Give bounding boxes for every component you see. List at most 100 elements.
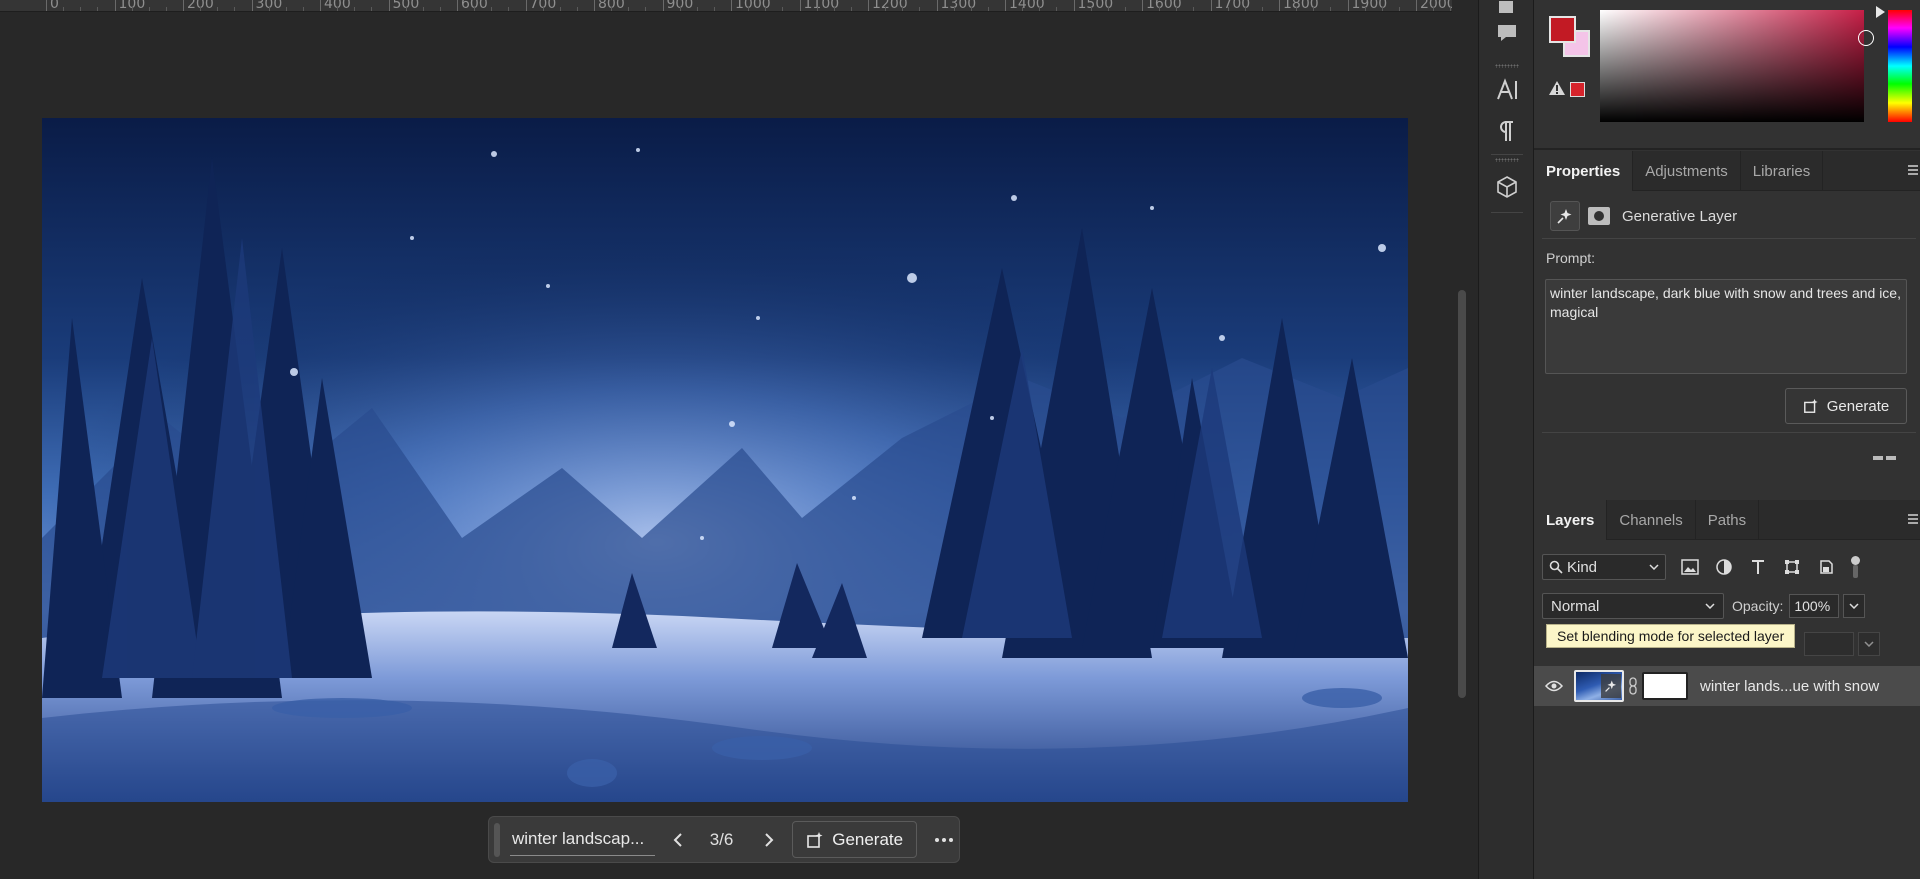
ruler-minor-tick [371,7,373,11]
opacity-slider-toggle[interactable] [1843,594,1866,618]
tab-adjustments[interactable]: Adjustments [1633,151,1741,191]
gamut-correction-swatch[interactable] [1570,82,1585,97]
chevron-right-icon [765,832,774,847]
ruler-tick-label: 0 [46,0,59,11]
taskbar-drag-handle[interactable] [494,822,500,857]
ruler-minor-tick [902,7,904,11]
horizontal-ruler: 0 100 200 300 400 500 600 700 800 900 1000 1100 1200… [0,0,1452,12]
layer-filter-row: Kind [1542,554,1862,580]
color-picker-cursor[interactable] [1858,30,1874,46]
next-variation-button[interactable] [754,825,784,855]
comments-panel-button[interactable] [1488,16,1526,50]
taskbar-prompt-field[interactable]: winter landscap... [509,823,655,856]
chevron-down-icon [1849,603,1859,609]
ruler-minor-tick [1450,7,1452,11]
layer-mask-icon[interactable] [1588,207,1610,225]
prompt-textarea[interactable]: winter landscape, dark blue with snow an… [1545,279,1907,374]
filter-smart-objects-button[interactable] [1816,557,1836,577]
filter-pixel-layers-button[interactable] [1680,557,1700,577]
ruler-minor-tick [131,7,133,11]
layer-mask-thumbnail[interactable] [1642,672,1688,700]
canvas-vertical-scrollbar[interactable] [1458,290,1466,698]
tab-paths[interactable]: Paths [1696,500,1760,540]
properties-panel-menu-icon[interactable] [1908,165,1918,175]
variations-toggle-icon[interactable] [1873,456,1897,462]
taskbar-generate-button[interactable]: Generate [792,821,918,858]
layer-row[interactable]: winter lands...ue with snow [1534,666,1920,706]
filter-shape-layers-button[interactable] [1782,557,1802,577]
ruler-minor-tick [97,7,99,11]
layer-filter-toggle[interactable] [1848,554,1862,580]
ruler-minor-tick [576,7,578,11]
layers-tab-bar: Layers Channels Paths [1534,500,1920,540]
layers-panel-menu-icon[interactable] [1908,514,1918,524]
layer-name[interactable]: winter lands...ue with snow [1700,678,1879,695]
filter-type-layers-button[interactable] [1748,557,1768,577]
hue-slider-marker[interactable] [1876,6,1885,18]
opacity-input[interactable]: 100% [1789,594,1840,618]
layer-thumbnail[interactable] [1574,670,1624,702]
type-icon [1752,560,1764,574]
ruler-minor-tick [302,7,304,11]
ruler-minor-tick [1330,7,1332,11]
ruler-tick-label: 400 [320,0,351,11]
ruler-tick-label: 300 [251,0,282,11]
opacity-label: Opacity: [1732,598,1784,614]
fill-input[interactable] [1804,632,1854,656]
canvas-area[interactable]: 0 100 200 300 400 500 600 700 800 900 1000 1100 1200… [0,0,1466,879]
ruler-tick-label: 200 [183,0,214,11]
link-icon [1629,677,1637,695]
ruler-minor-tick [63,7,65,11]
tab-channels[interactable]: Channels [1607,500,1696,540]
out-of-gamut-warning-icon[interactable] [1548,80,1566,96]
layer-visibility-toggle[interactable] [1534,666,1574,706]
ruler-minor-tick [165,7,167,11]
mask-link-toggle[interactable] [1624,670,1642,702]
generative-layer-badge [1601,674,1621,698]
ruler-minor-tick [474,7,476,11]
properties-generate-button[interactable]: Generate [1785,388,1907,424]
ruler-minor-tick [1176,7,1178,11]
blend-mode-select[interactable]: Normal [1542,593,1724,619]
prompt-label: Prompt: [1546,250,1596,266]
eye-icon [1545,680,1563,692]
fill-slider-toggle[interactable] [1858,632,1880,656]
photoshop-window: 0 100 200 300 400 500 600 700 800 900 1000 1100 1200… [0,0,1920,879]
ruler-minor-tick [1244,7,1246,11]
panel-icon-strip [1478,0,1534,879]
ruler-minor-tick [1124,7,1126,11]
filter-adjustment-layers-button[interactable] [1714,557,1734,577]
ruler-minor-tick [833,7,835,11]
strip-divider [1491,154,1523,155]
ruler-minor-tick [1056,7,1058,11]
panel-group-grip[interactable] [1495,64,1519,68]
panel-group-grip[interactable] [1495,158,1519,162]
ruler-minor-tick [1433,7,1435,11]
generate-icon [1803,398,1818,413]
previous-variation-button[interactable] [663,825,693,855]
search-icon [1549,560,1563,574]
tab-layers[interactable]: Layers [1534,500,1608,540]
ruler-minor-tick [919,7,921,11]
paragraph-panel-button[interactable] [1488,114,1526,148]
properties-tab-bar: Properties Adjustments Libraries [1534,151,1920,191]
canvas-artwork[interactable] [42,118,1408,802]
3d-panel-button[interactable] [1488,170,1526,204]
ruler-minor-tick [611,7,613,11]
foreground-color-swatch[interactable] [1549,16,1576,43]
ruler-tick-label: 800 [594,0,625,11]
tab-libraries[interactable]: Libraries [1741,151,1824,191]
more-options-button[interactable] [929,825,959,855]
properties-divider [1542,432,1916,433]
smart-object-icon [1820,560,1833,574]
layer-kind-filter-select[interactable]: Kind [1542,554,1666,580]
ruler-minor-tick [1364,7,1366,11]
ruler-minor-tick [1159,7,1161,11]
color-picker-field[interactable] [1600,10,1864,122]
ruler-minor-tick [645,7,647,11]
character-panel-button[interactable] [1488,73,1526,107]
hue-slider[interactable] [1888,10,1912,122]
tab-properties[interactable]: Properties [1534,151,1634,191]
layer-type-label: Generative Layer [1622,207,1738,225]
chevron-down-icon [1864,641,1874,647]
